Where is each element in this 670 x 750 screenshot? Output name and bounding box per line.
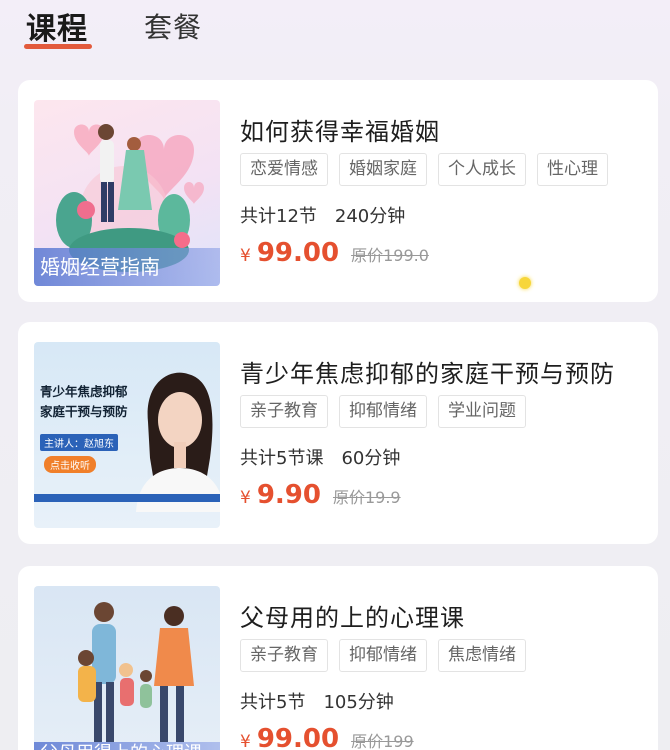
tag-chip[interactable]: 抑郁情绪 (339, 395, 427, 428)
thumbnail-caption: 父母用得上的心理课 (34, 742, 220, 750)
course-meta: 共计12节 240分钟 (240, 202, 405, 228)
course-duration: 60分钟 (341, 448, 401, 469)
tag-chip[interactable]: 抑郁情绪 (339, 639, 427, 672)
tab-packages[interactable]: 套餐 (144, 6, 202, 46)
lesson-count: 共计5节课 (240, 448, 324, 469)
currency-symbol: ¥ (240, 732, 251, 750)
currency-symbol: ¥ (240, 488, 251, 508)
course-thumbnail[interactable]: 青少年焦虑抑郁 家庭干预与预防 主讲人：赵旭东 点击收听 (34, 342, 220, 528)
course-tags: 亲子教育 抑郁情绪 焦虑情绪 (240, 639, 537, 672)
price-row: ¥ 99.00 原价199 (240, 724, 414, 750)
thumbnail-speaker: 主讲人：赵旭东 (40, 434, 118, 451)
course-tags: 恋爱情感 婚姻家庭 个人成长 性心理 (240, 153, 619, 186)
tab-bar: 课程 套餐 (0, 0, 670, 70)
course-card[interactable]: 婚姻经营指南 如何获得幸福婚姻 恋爱情感 婚姻家庭 个人成长 性心理 共计12节… (18, 80, 658, 302)
course-card[interactable]: 青少年焦虑抑郁 家庭干预与预防 主讲人：赵旭东 点击收听 青少年焦虑抑郁的家庭干… (18, 322, 658, 544)
tag-chip[interactable]: 学业问题 (438, 395, 526, 428)
thumbnail-title: 青少年焦虑抑郁 家庭干预与预防 (40, 384, 128, 419)
original-price: 原价199 (351, 732, 414, 750)
price-row: ¥ 9.90 原价19.9 (240, 480, 401, 510)
course-title[interactable]: 如何获得幸福婚姻 (240, 112, 440, 147)
course-tags: 亲子教育 抑郁情绪 学业问题 (240, 395, 537, 428)
thumbnail-listen-button: 点击收听 (44, 456, 96, 473)
course-thumbnail[interactable]: 婚姻经营指南 (34, 100, 220, 286)
tag-chip[interactable]: 恋爱情感 (240, 153, 328, 186)
thumbnail-caption: 婚姻经营指南 (34, 248, 220, 286)
course-price: 9.90 (256, 480, 321, 510)
course-card[interactable]: 父母用的上的心理课 亲子教育 抑郁情绪 焦虑情绪 共计5节 105分钟 ¥ 99.… (18, 566, 658, 750)
course-meta: 共计5节课 60分钟 (240, 444, 400, 470)
tag-chip[interactable]: 性心理 (537, 153, 608, 186)
tag-chip[interactable]: 亲子教育 (240, 639, 328, 672)
tab-courses[interactable]: 课程 (26, 4, 88, 48)
speaker-portrait (136, 372, 220, 512)
original-price: 原价19.9 (332, 488, 401, 507)
active-tab-indicator (24, 44, 92, 49)
course-title[interactable]: 父母用的上的心理课 (240, 598, 465, 633)
course-meta: 共计5节 105分钟 (240, 688, 394, 714)
tag-chip[interactable]: 焦虑情绪 (438, 639, 526, 672)
price-row: ¥ 99.00 原价199.0 (240, 238, 429, 268)
course-duration: 105分钟 (323, 692, 394, 713)
original-price: 原价199.0 (351, 246, 429, 265)
course-price: 99.00 (256, 724, 340, 750)
tag-chip[interactable]: 亲子教育 (240, 395, 328, 428)
course-duration: 240分钟 (334, 206, 406, 227)
touch-indicator-dot (519, 277, 531, 289)
lesson-count: 共计5节 (240, 692, 306, 713)
tag-chip[interactable]: 个人成长 (438, 153, 526, 186)
lesson-count: 共计12节 (240, 206, 317, 227)
family-illustration (78, 602, 194, 742)
thumbnail-bar (34, 494, 220, 502)
course-title[interactable]: 青少年焦虑抑郁的家庭干预与预防 (240, 354, 615, 389)
currency-symbol: ¥ (240, 246, 251, 266)
course-thumbnail[interactable] (34, 586, 220, 750)
tag-chip[interactable]: 婚姻家庭 (339, 153, 427, 186)
course-price: 99.00 (256, 238, 340, 268)
